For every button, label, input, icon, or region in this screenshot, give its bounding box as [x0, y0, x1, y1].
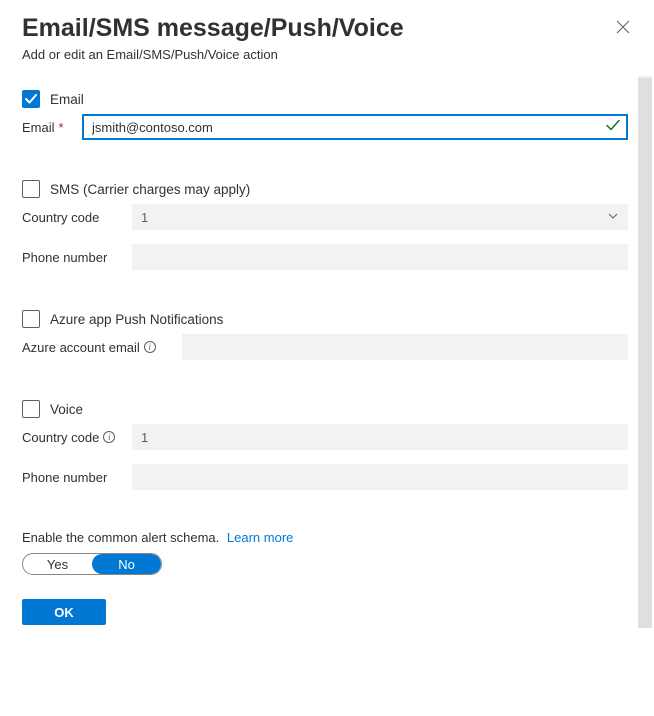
- sms-section: SMS (Carrier charges may apply) Country …: [22, 180, 628, 270]
- push-azure-email-label: Azure account email i: [22, 340, 182, 355]
- ok-button[interactable]: OK: [22, 599, 106, 625]
- form-scroll-area[interactable]: Email Email * SMS: [22, 90, 632, 700]
- sms-country-code-select[interactable]: [132, 204, 628, 230]
- scrollbar[interactable]: ▴: [638, 78, 652, 698]
- voice-country-code-input[interactable]: [132, 424, 628, 450]
- close-button[interactable]: [616, 12, 632, 39]
- email-section: Email Email *: [22, 90, 628, 140]
- email-checkbox[interactable]: [22, 90, 40, 108]
- sms-country-code-label: Country code: [22, 210, 132, 225]
- voice-checkbox[interactable]: [22, 400, 40, 418]
- push-checkbox-label: Azure app Push Notifications: [50, 312, 223, 327]
- voice-phone-label: Phone number: [22, 470, 132, 485]
- sms-phone-input[interactable]: [132, 244, 628, 270]
- email-input[interactable]: [82, 114, 628, 140]
- voice-country-code-label: Country code i: [22, 430, 132, 445]
- schema-toggle[interactable]: Yes No: [22, 553, 162, 575]
- panel-subtitle: Add or edit an Email/SMS/Push/Voice acti…: [22, 47, 404, 62]
- email-checkbox-label: Email: [50, 92, 84, 107]
- voice-phone-input[interactable]: [132, 464, 628, 490]
- sms-checkbox[interactable]: [22, 180, 40, 198]
- schema-text: Enable the common alert schema.: [22, 530, 219, 545]
- scrollbar-thumb[interactable]: [638, 78, 652, 628]
- info-icon[interactable]: i: [103, 431, 115, 443]
- push-checkbox[interactable]: [22, 310, 40, 328]
- voice-section: Voice Country code i Phone number: [22, 400, 628, 490]
- sms-checkbox-label: SMS (Carrier charges may apply): [50, 182, 250, 197]
- sms-phone-label: Phone number: [22, 250, 132, 265]
- email-field-label: Email *: [22, 120, 82, 135]
- schema-text-row: Enable the common alert schema. Learn mo…: [22, 530, 628, 545]
- voice-checkbox-label: Voice: [50, 402, 83, 417]
- toggle-yes[interactable]: Yes: [23, 554, 92, 574]
- push-section: Azure app Push Notifications Azure accou…: [22, 310, 628, 360]
- learn-more-link[interactable]: Learn more: [227, 530, 293, 545]
- toggle-no[interactable]: No: [92, 554, 161, 574]
- close-icon: [616, 20, 630, 34]
- panel-title: Email/SMS message/Push/Voice: [22, 14, 404, 43]
- required-indicator: *: [59, 120, 64, 135]
- push-azure-email-input[interactable]: [182, 334, 628, 360]
- info-icon[interactable]: i: [144, 341, 156, 353]
